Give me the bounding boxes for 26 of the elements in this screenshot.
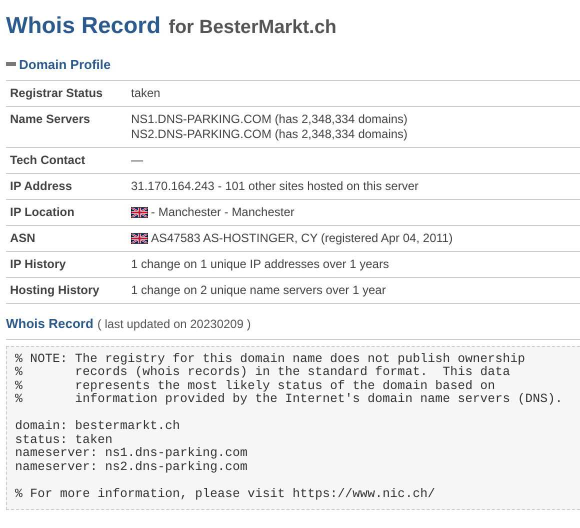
field-value: taken (131, 86, 160, 101)
field-label: Hosting History (9, 283, 100, 298)
field-label: IP History (9, 257, 67, 272)
field-value: NS1.DNS-PARKING.COM (has 2,348,334 domains) (131, 112, 408, 127)
field-value: NS2.DNS-PARKING.COM (has 2,348,334 domains) (131, 127, 408, 142)
page-subtitle: for BesterMarkt.ch (168, 16, 337, 40)
section-heading[interactable]: Domain Profile (19, 54, 111, 74)
field-value: 1 change on 1 unique IP addresses over 1 years (131, 257, 389, 272)
field-label: IP Location (9, 205, 76, 220)
page-title: Whois Record (6, 11, 161, 40)
field-label: Name Servers (9, 112, 92, 128)
field-value: 1 change on 2 unique name servers over 1 year (131, 283, 386, 298)
whois-raw-text: % NOTE: The registry for this domain name does not publish ownership % records (whois records) in the standard format. This data % represents the most likely status of the domain based on % information provided by the Internet's domain name servers (DNS). domain: bestermarkt.ch status: taken nameserver: ns1.dns-parking.com nameserver: ns2.dns-parking.com % For more information, please visit https://www.nic.ch/ (6, 346, 580, 510)
field-value: - Manchester - Manchester (151, 205, 294, 220)
section-heading: Whois Record (6, 315, 94, 333)
field-value: — (131, 153, 143, 168)
field-label: Tech Contact (9, 153, 86, 168)
flag-icon (131, 233, 148, 244)
field-value: 31.170.164.243 - 101 other sites hosted on this server (131, 179, 419, 194)
field-label: IP Address (9, 179, 74, 194)
collapse-icon[interactable] (6, 62, 16, 66)
field-label: ASN (9, 231, 36, 246)
last-updated-text: ( last updated on 20230209 ) (97, 316, 251, 333)
field-label: Registrar Status (9, 86, 104, 101)
flag-icon (131, 207, 148, 218)
field-value: AS47583 AS-HOSTINGER, CY (registered Apr 04, 2011) (151, 231, 453, 246)
